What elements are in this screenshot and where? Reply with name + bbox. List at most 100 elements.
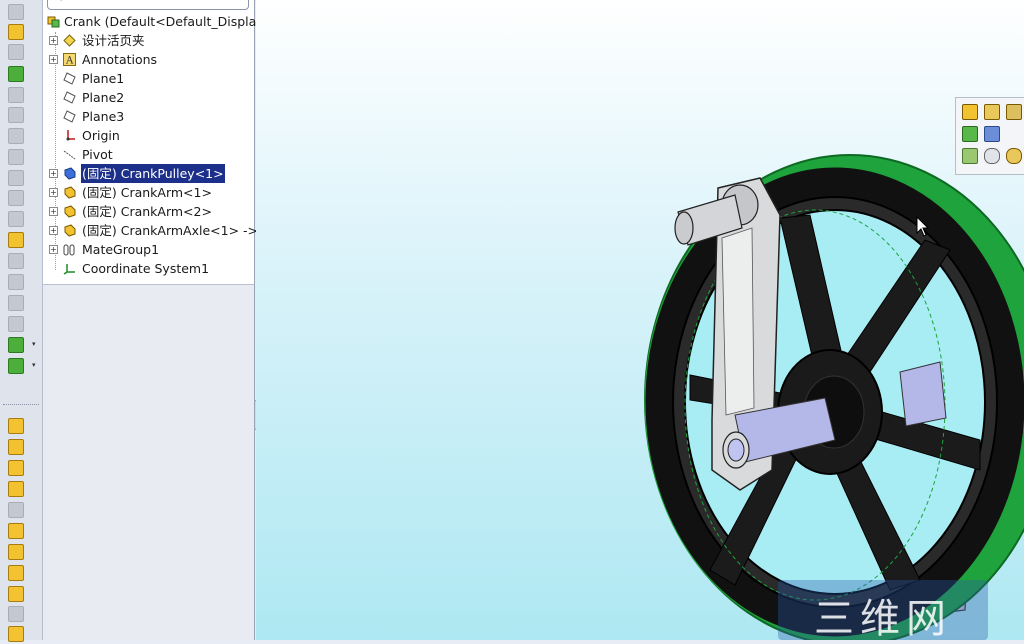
assembly-icon bbox=[47, 16, 60, 28]
toolbar-tool-icon[interactable] bbox=[8, 565, 24, 581]
dropdown-arrow-icon[interactable]: ▾ bbox=[32, 340, 36, 348]
tree-item-label: Annotations bbox=[82, 52, 158, 67]
tree-item-plane1[interactable]: Plane1 bbox=[49, 69, 249, 88]
view-icon[interactable] bbox=[962, 126, 978, 142]
part-icon bbox=[64, 167, 76, 180]
svg-text:A: A bbox=[65, 56, 74, 67]
design-binder-icon bbox=[63, 34, 76, 47]
toolbar-tool-icon[interactable] bbox=[8, 128, 24, 144]
part-icon bbox=[64, 224, 76, 237]
tree-item-label: (固定) CrankArm<1> bbox=[82, 185, 212, 200]
tree-item-label: (固定) CrankArm<2> bbox=[82, 204, 212, 219]
tree-item-crankarm-2[interactable]: + (固定) CrankArm<2> bbox=[49, 202, 249, 221]
tree-filter-input[interactable]: ▼ bbox=[47, 0, 249, 10]
tree-item-label: 设计活页夹 bbox=[82, 33, 145, 48]
plane-icon bbox=[63, 91, 76, 104]
tree-item-plane3[interactable]: Plane3 bbox=[49, 107, 249, 126]
axis-icon bbox=[63, 150, 76, 160]
tree-item-crankarmaxle[interactable]: + (固定) CrankArmAxle<1> -> bbox=[49, 221, 258, 240]
tree-item-annotations[interactable]: + A Annotations bbox=[49, 50, 249, 69]
expand-icon[interactable]: + bbox=[49, 245, 58, 254]
command-toolbar: ▾ ▾ bbox=[0, 0, 43, 642]
plane-icon bbox=[63, 72, 76, 85]
part-icon bbox=[64, 205, 76, 218]
toolbar-tool-icon[interactable] bbox=[8, 502, 24, 518]
toolbar-tool-icon[interactable] bbox=[8, 190, 24, 206]
tree-item-crankpulley[interactable]: + (固定) CrankPulley<1> bbox=[49, 164, 249, 183]
toolbar-tool-icon[interactable] bbox=[8, 274, 24, 290]
toolbar-separator bbox=[3, 404, 39, 405]
expand-icon[interactable]: + bbox=[49, 226, 58, 235]
crank-arm-axle-back bbox=[899, 361, 947, 427]
toolbar-tool-icon[interactable] bbox=[8, 418, 24, 434]
tree-root-label: Crank (Default<Default_Display bbox=[64, 14, 264, 29]
toolbar-tool-icon[interactable] bbox=[8, 107, 24, 123]
toolbar-tool-icon[interactable] bbox=[8, 586, 24, 602]
feature-tree: ▼ Crank (Default<Default_Display + 设计活页夹… bbox=[43, 0, 264, 285]
mates-icon bbox=[63, 244, 75, 256]
expand-icon[interactable]: + bbox=[49, 169, 58, 178]
toolbar-tool-icon[interactable] bbox=[8, 337, 24, 353]
watermark-logo: 三维网 bbox=[778, 580, 988, 642]
toolbar-tool-icon[interactable] bbox=[8, 24, 24, 40]
toolbar-tool-icon[interactable] bbox=[8, 523, 24, 539]
expand-icon[interactable]: + bbox=[49, 188, 58, 197]
toolbar-tool-icon[interactable] bbox=[8, 66, 24, 82]
toolbar-tool-icon[interactable] bbox=[8, 460, 24, 476]
tree-item-label: (固定) CrankArmAxle<1> -> bbox=[82, 223, 259, 238]
feature-manager-panel: ▼ Crank (Default<Default_Display + 设计活页夹… bbox=[43, 0, 264, 640]
toolbar-tool-icon[interactable] bbox=[8, 544, 24, 560]
graphics-viewport[interactable] bbox=[256, 0, 1024, 640]
annotations-icon: A bbox=[63, 53, 76, 66]
expand-icon[interactable]: + bbox=[49, 36, 58, 45]
watermark-text: 三维网 bbox=[814, 596, 952, 642]
toolbar-tool-icon[interactable] bbox=[8, 232, 24, 248]
tree-item-label: Plane3 bbox=[82, 109, 125, 124]
part-icon bbox=[64, 186, 76, 199]
toolbar-tool-icon[interactable] bbox=[8, 211, 24, 227]
rotate-icon[interactable] bbox=[1006, 148, 1022, 164]
tree-item-label: Coordinate System1 bbox=[82, 261, 210, 276]
tree-item-coordinate-system[interactable]: Coordinate System1 bbox=[49, 259, 249, 278]
mouse-cursor-icon bbox=[916, 216, 930, 237]
expand-icon[interactable]: + bbox=[49, 207, 58, 216]
toolbar-tool-icon[interactable] bbox=[8, 4, 24, 20]
origin-icon bbox=[66, 130, 75, 141]
view-icon[interactable] bbox=[984, 104, 1000, 120]
tree-item-pivot[interactable]: Pivot bbox=[49, 145, 249, 164]
toolbar-tool-icon[interactable] bbox=[8, 295, 24, 311]
toolbar-tool-icon[interactable] bbox=[8, 170, 24, 186]
tree-item-label: Origin bbox=[82, 128, 120, 143]
toolbar-tool-icon[interactable] bbox=[8, 149, 24, 165]
tree-root[interactable]: Crank (Default<Default_Display bbox=[47, 12, 264, 31]
toolbar-tool-icon[interactable] bbox=[8, 439, 24, 455]
toolbar-tool-icon[interactable] bbox=[8, 44, 24, 60]
toolbar-tool-icon[interactable] bbox=[8, 358, 24, 374]
view-icon[interactable] bbox=[1006, 104, 1022, 120]
toolbar-tool-icon[interactable] bbox=[8, 253, 24, 269]
tree-item-design-binder[interactable]: + 设计活页夹 bbox=[49, 31, 249, 50]
plane-icon bbox=[63, 110, 76, 123]
coordinate-system-icon bbox=[63, 264, 75, 275]
zoom-to-fit-icon[interactable] bbox=[962, 148, 978, 164]
tree-item-label: (固定) CrankPulley<1> bbox=[81, 164, 225, 183]
tree-item-label: Plane2 bbox=[82, 90, 125, 105]
zoom-icon[interactable] bbox=[984, 148, 1000, 164]
filter-icon[interactable]: ▼ bbox=[58, 0, 64, 2]
view-icon[interactable] bbox=[984, 126, 1000, 142]
toolbar-tool-icon[interactable] bbox=[8, 606, 24, 622]
toolbar-tool-icon[interactable] bbox=[8, 87, 24, 103]
tree-item-plane2[interactable]: Plane2 bbox=[49, 88, 249, 107]
view-orientation-toolbar bbox=[955, 97, 1024, 175]
open-icon[interactable] bbox=[962, 104, 978, 120]
tree-item-label: Plane1 bbox=[82, 71, 125, 86]
tree-item-origin[interactable]: Origin bbox=[49, 126, 249, 145]
tree-item-label: Pivot bbox=[82, 147, 113, 162]
dropdown-arrow-icon[interactable]: ▾ bbox=[32, 361, 36, 369]
toolbar-tool-icon[interactable] bbox=[8, 316, 24, 332]
expand-icon[interactable]: + bbox=[49, 55, 58, 64]
tree-item-crankarm-1[interactable]: + (固定) CrankArm<1> bbox=[49, 183, 249, 202]
tree-item-mategroup[interactable]: + MateGroup1 bbox=[49, 240, 249, 259]
tree-item-label: MateGroup1 bbox=[82, 242, 160, 257]
toolbar-tool-icon[interactable] bbox=[8, 481, 24, 497]
